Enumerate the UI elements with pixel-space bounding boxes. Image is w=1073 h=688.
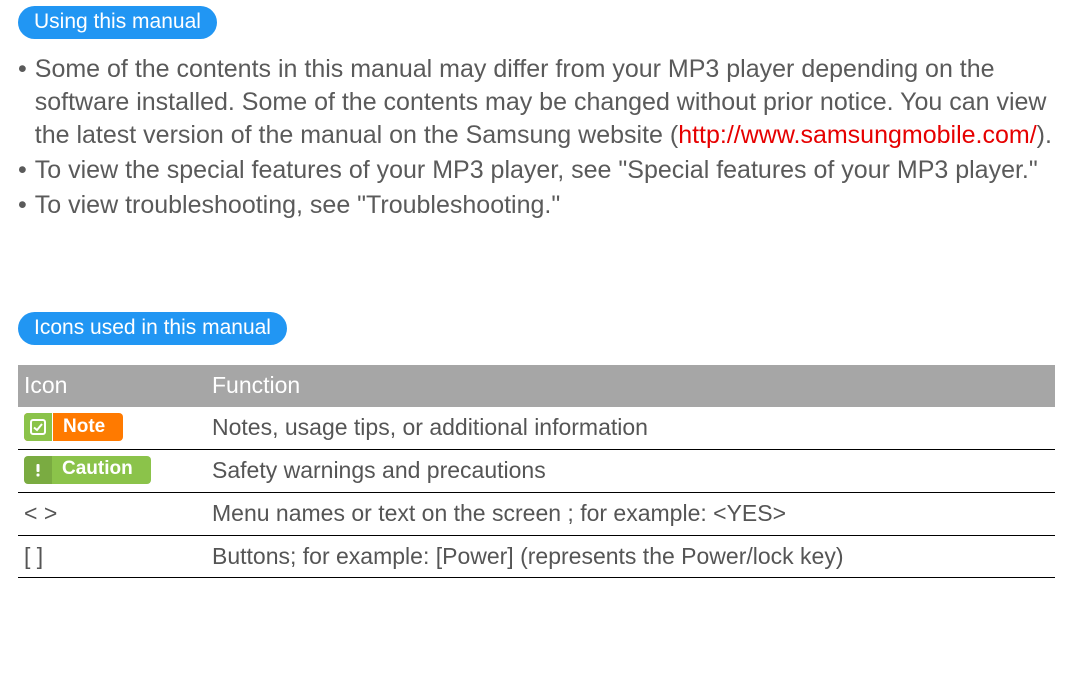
table-header-icon: Icon	[18, 365, 206, 407]
bullet-item: • To view troubleshooting, see "Troubles…	[18, 189, 1055, 222]
icon-cell: Note	[18, 407, 206, 449]
section-heading-icons-label: Icons used in this manual	[34, 316, 271, 339]
bullet-dot-icon: •	[18, 154, 35, 187]
section-heading-using: Using this manual	[18, 6, 217, 39]
function-cell: Menu names or text on the screen ; for e…	[206, 492, 1055, 535]
icon-cell: Caution	[18, 449, 206, 492]
table-header-function: Function	[206, 365, 1055, 407]
caution-badge-label: Caution	[52, 457, 151, 482]
section-heading-icons: Icons used in this manual	[18, 312, 287, 345]
bullet-text: Some of the contents in this manual may …	[35, 53, 1055, 152]
icons-table: Icon Function Note Notes, usage tips, or…	[18, 365, 1055, 578]
section-heading-using-label: Using this manual	[34, 10, 201, 33]
warning-icon	[24, 456, 52, 484]
table-row: < > Menu names or text on the screen ; f…	[18, 492, 1055, 535]
table-row: [ ] Buttons; for example: [Power] (repre…	[18, 535, 1055, 578]
note-badge-label: Note	[53, 415, 123, 440]
bullet-dot-icon: •	[18, 189, 35, 222]
bullet-text: To view the special features of your MP3…	[35, 154, 1055, 187]
table-header-row: Icon Function	[18, 365, 1055, 407]
bullet-item: • To view the special features of your M…	[18, 154, 1055, 187]
icon-cell: [ ]	[18, 535, 206, 578]
bullet-dot-icon: •	[18, 53, 35, 86]
caution-badge: Caution	[24, 456, 151, 484]
function-cell: Safety warnings and precautions	[206, 449, 1055, 492]
table-row: Caution Safety warnings and precautions	[18, 449, 1055, 492]
bullet-item: • Some of the contents in this manual ma…	[18, 53, 1055, 152]
using-bullets: • Some of the contents in this manual ma…	[18, 53, 1055, 222]
icon-cell: < >	[18, 492, 206, 535]
checkbox-icon	[24, 413, 53, 441]
function-cell: Notes, usage tips, or additional informa…	[206, 407, 1055, 449]
bullet-url[interactable]: http://www.samsungmobile.com/	[678, 121, 1036, 149]
function-cell: Buttons; for example: [Power] (represent…	[206, 535, 1055, 578]
bullet-text-post: ).	[1037, 121, 1052, 149]
bullet-text: To view troubleshooting, see "Troublesho…	[35, 189, 1055, 222]
note-badge: Note	[24, 413, 123, 441]
table-row: Note Notes, usage tips, or additional in…	[18, 407, 1055, 449]
